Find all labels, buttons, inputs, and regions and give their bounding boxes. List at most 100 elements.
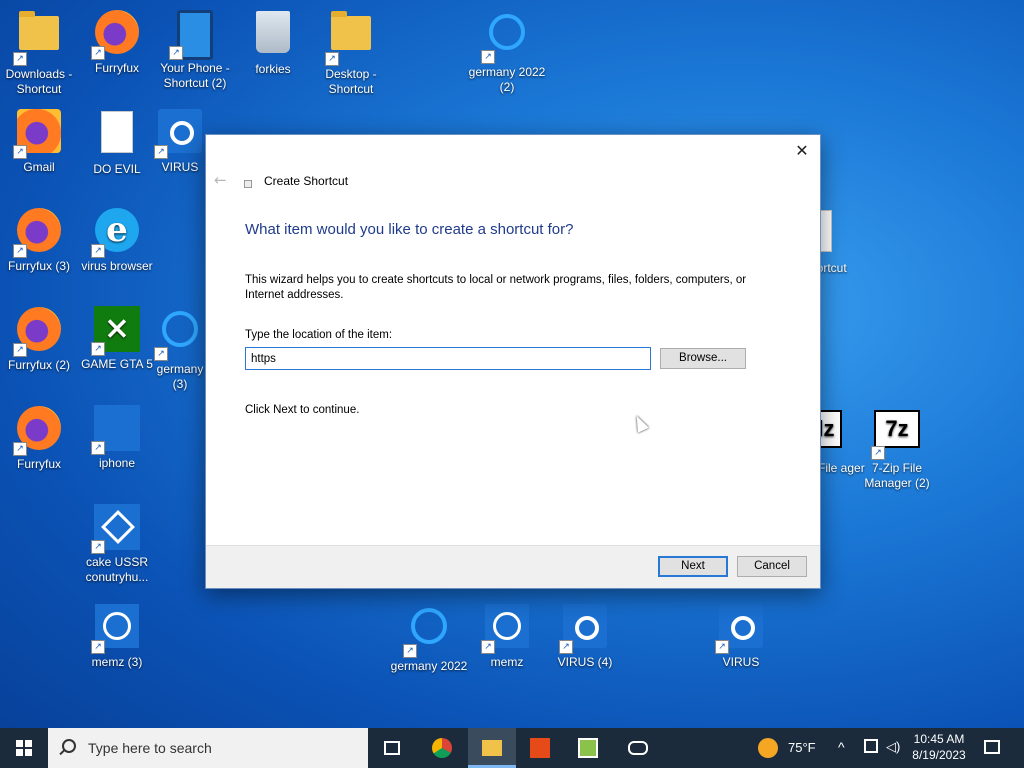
- search-icon: [62, 739, 76, 753]
- shortcut-arrow-icon: ↗: [154, 145, 168, 159]
- shortcut-arrow-icon: ↗: [91, 342, 105, 356]
- dialog-title: Create Shortcut: [264, 174, 349, 188]
- windows-logo-icon: [16, 740, 32, 756]
- search-placeholder: Type here to search: [88, 740, 212, 756]
- desktop-icon-label: Furryfux: [94, 61, 139, 75]
- weather-sun-icon: [758, 738, 778, 758]
- desktop-icon-virus-2[interactable]: ↗ VIRUS: [702, 602, 780, 670]
- shortcut-arrow-icon: ↗: [403, 644, 417, 658]
- desktop-icon-germany-2022[interactable]: ↗ germany 2022: [390, 602, 468, 674]
- desktop-icon-label: Furryfux (3): [7, 259, 70, 273]
- clock-time: 10:45 AM: [913, 732, 965, 746]
- next-button[interactable]: Next: [658, 556, 728, 577]
- weather-widget[interactable]: [756, 728, 778, 768]
- document-icon: [101, 111, 133, 153]
- desktop-icon-label: virus browser: [81, 259, 153, 273]
- shortcut-arrow-icon: ↗: [91, 244, 105, 258]
- file-explorer-button[interactable]: [468, 728, 516, 768]
- desktop-icon-germany-2022-2[interactable]: ↗ germany 2022 (2): [468, 8, 546, 95]
- cancel-button[interactable]: Cancel: [737, 556, 807, 577]
- desktop-icon-label: germany 2022 (2): [468, 65, 546, 94]
- close-icon[interactable]: ✕: [792, 141, 812, 161]
- taskbar-clock[interactable]: 10:45 AM 8/19/2023: [904, 731, 974, 763]
- desktop-icon-memz[interactable]: ↗ memz: [468, 602, 546, 670]
- desktop-icon-game-gta-5[interactable]: ⨯ ↗ GAME GTA 5: [78, 305, 156, 372]
- notepad-button[interactable]: [564, 728, 612, 768]
- desktop-icon-desktop-shortcut[interactable]: ↗ Desktop - Shortcut: [312, 8, 390, 97]
- desktop-icon-your-phone[interactable]: ↗ Your Phone - Shortcut (2): [156, 8, 234, 91]
- shortcut-arrow-icon: ↗: [325, 52, 339, 66]
- shortcut-arrow-icon: ↗: [91, 540, 105, 554]
- desktop-icon-furryfux-4[interactable]: ↗ Furryfux: [0, 404, 78, 472]
- desktop-icon-label: VIRUS (4): [557, 655, 613, 669]
- clock-date: 8/19/2023: [912, 748, 966, 762]
- shortcut-arrow-icon: ↗: [481, 50, 495, 64]
- desktop-icon-furryfux-3[interactable]: ↗ Furryfux (3): [0, 206, 78, 274]
- task-view-button[interactable]: [368, 728, 416, 768]
- desktop-icon-forkies[interactable]: forkies: [234, 8, 312, 77]
- start-button[interactable]: [0, 728, 48, 768]
- desktop-icon-virus[interactable]: ↗ VIRUS: [154, 107, 204, 175]
- desktop-icon-iphone[interactable]: ↗ iphone: [78, 404, 156, 471]
- task-view-icon: [384, 741, 400, 755]
- desktop-icon-memz-3[interactable]: ↗ memz (3): [78, 602, 156, 670]
- chrome-button[interactable]: [418, 728, 466, 768]
- desktop-icon-furryfux-2[interactable]: ↗ Furryfux (2): [0, 305, 78, 373]
- desktop-icon-label: cake USSR conutryhu...: [85, 555, 149, 584]
- chrome-icon: [432, 738, 452, 758]
- office-button[interactable]: [516, 728, 564, 768]
- weather-temperature: 75°F: [788, 740, 816, 755]
- folder-icon: [331, 11, 371, 50]
- shortcut-arrow-icon: ↗: [13, 343, 27, 357]
- desktop-icon-label: VIRUS: [161, 160, 199, 174]
- back-arrow-icon[interactable]: ←: [214, 171, 227, 189]
- vr-app-button[interactable]: [614, 728, 662, 768]
- file-explorer-icon: [482, 740, 502, 756]
- location-label: Type the location of the item:: [245, 329, 393, 341]
- volume-icon[interactable]: ◁): [886, 739, 900, 755]
- shortcut-arrow-icon: ↗: [91, 46, 105, 60]
- desktop-icon-label: germany (3): [156, 362, 204, 391]
- notifications-icon[interactable]: [984, 740, 1000, 754]
- desktop-icon-do-evil[interactable]: DO EVIL: [78, 107, 156, 177]
- shortcut-arrow-icon: ↗: [91, 441, 105, 455]
- desktop-icon-label: GAME GTA 5: [81, 357, 153, 371]
- desktop-icon-label: DO EVIL: [93, 162, 141, 176]
- desktop-icon-virus-browser[interactable]: e ↗ virus browser: [78, 206, 156, 274]
- dialog-heading: What item would you like to create a sho…: [245, 221, 574, 238]
- desktop-icon-label: Desktop - Shortcut: [325, 67, 377, 96]
- shortcut-arrow-icon: ↗: [169, 46, 183, 60]
- desktop-icon-label: Your Phone - Shortcut (2): [160, 61, 230, 90]
- shortcut-arrow-icon: ↗: [13, 244, 27, 258]
- desktop-icon-label: VIRUS: [722, 655, 760, 669]
- shortcut-icon: [244, 180, 252, 188]
- location-input[interactable]: [245, 347, 651, 370]
- desktop-icon-label: memz (3): [91, 655, 143, 669]
- desktop-icon-label: iphone: [98, 456, 136, 470]
- office-icon: [530, 738, 550, 758]
- desktop-icon-cake-ussr[interactable]: ↗ cake USSR conutryhu...: [78, 503, 156, 585]
- desktop-icon-downloads-shortcut[interactable]: ↗ Downloads - Shortcut: [0, 8, 78, 97]
- desktop-icon-label: germany 2022: [390, 659, 468, 673]
- recycle-bin-icon: [256, 11, 290, 53]
- shortcut-arrow-icon: ↗: [91, 640, 105, 654]
- taskbar: Type here to search 75°F ^ ◁) 10:45 AM 8…: [0, 728, 1024, 768]
- desktop-icon-label: Furryfux: [16, 457, 61, 471]
- desktop-icon-virus-4[interactable]: ↗ VIRUS (4): [546, 602, 624, 670]
- folder-icon: [19, 11, 59, 50]
- shortcut-arrow-icon: ↗: [154, 347, 168, 361]
- taskbar-search-box[interactable]: Type here to search: [48, 728, 368, 768]
- vr-headset-icon: [628, 741, 648, 755]
- network-icon[interactable]: [864, 739, 878, 753]
- desktop-icon-furryfux[interactable]: ↗ Furryfux: [78, 8, 156, 76]
- continue-hint: Click Next to continue.: [245, 404, 360, 416]
- desktop-icon-germany-3[interactable]: ↗ germany (3): [154, 305, 204, 392]
- desktop-icon-7zip-2[interactable]: 7z ↗ 7-Zip File Manager (2): [858, 404, 936, 491]
- shortcut-arrow-icon: ↗: [871, 446, 885, 460]
- chevron-up-icon[interactable]: ^: [838, 739, 845, 755]
- browse-button[interactable]: Browse...: [660, 348, 746, 369]
- desktop-icon-gmail[interactable]: ↗ Gmail: [0, 107, 78, 175]
- shortcut-arrow-icon: ↗: [13, 442, 27, 456]
- dialog-footer: Next Cancel: [206, 545, 820, 588]
- desktop-icon-label: forkies: [255, 62, 291, 76]
